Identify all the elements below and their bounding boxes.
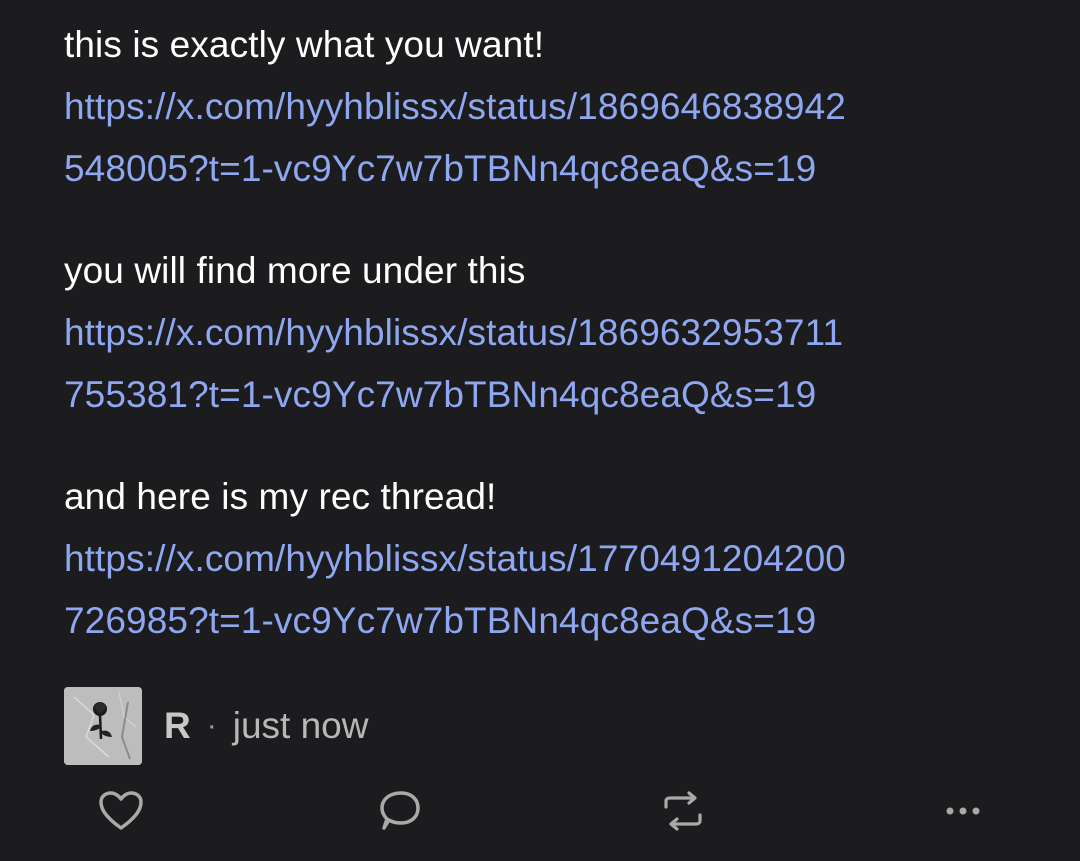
avatar[interactable] bbox=[64, 687, 142, 765]
post-text: this is exactly what you want! bbox=[64, 24, 545, 65]
post-paragraph: you will find more under this https://x.… bbox=[64, 240, 1024, 426]
meta-separator: · bbox=[206, 709, 217, 742]
comment-button[interactable] bbox=[374, 786, 424, 836]
post-link[interactable]: https://x.com/hyyhblissx/status/18696468… bbox=[64, 76, 1024, 200]
post-link-line[interactable]: 755381?t=1-vc9Yc7w7bTBNn4qc8eaQ&s=19 bbox=[64, 374, 816, 415]
post-link-line[interactable]: https://x.com/hyyhblissx/status/18696329… bbox=[64, 312, 843, 353]
post-timestamp: just now bbox=[232, 705, 369, 746]
author-name[interactable]: R bbox=[164, 705, 191, 747]
post-body: this is exactly what you want! https://x… bbox=[64, 14, 1024, 692]
post-paragraph: and here is my rec thread! https://x.com… bbox=[64, 466, 1024, 652]
heart-icon bbox=[99, 791, 143, 830]
post-link[interactable]: https://x.com/hyyhblissx/status/17704912… bbox=[64, 528, 1024, 652]
comment-icon bbox=[380, 791, 420, 830]
action-bar bbox=[0, 786, 1080, 836]
post-text: you will find more under this bbox=[64, 250, 526, 291]
post-text: and here is my rec thread! bbox=[64, 476, 497, 517]
post-paragraph: this is exactly what you want! https://x… bbox=[64, 14, 1024, 200]
post-link-line[interactable]: https://x.com/hyyhblissx/status/18696468… bbox=[64, 86, 846, 127]
like-button[interactable] bbox=[96, 786, 146, 836]
repost-button[interactable] bbox=[658, 786, 708, 836]
repost-icon bbox=[664, 791, 702, 831]
post-meta: R · just now bbox=[64, 687, 368, 765]
post-link-line[interactable]: https://x.com/hyyhblissx/status/17704912… bbox=[64, 538, 846, 579]
rose-avatar-icon bbox=[64, 687, 142, 765]
post-link-line[interactable]: 726985?t=1-vc9Yc7w7bTBNn4qc8eaQ&s=19 bbox=[64, 600, 816, 641]
post-link[interactable]: https://x.com/hyyhblissx/status/18696329… bbox=[64, 302, 1024, 426]
post-link-line[interactable]: 548005?t=1-vc9Yc7w7bTBNn4qc8eaQ&s=19 bbox=[64, 148, 816, 189]
more-options-button[interactable] bbox=[938, 786, 988, 836]
more-icon bbox=[946, 807, 980, 815]
